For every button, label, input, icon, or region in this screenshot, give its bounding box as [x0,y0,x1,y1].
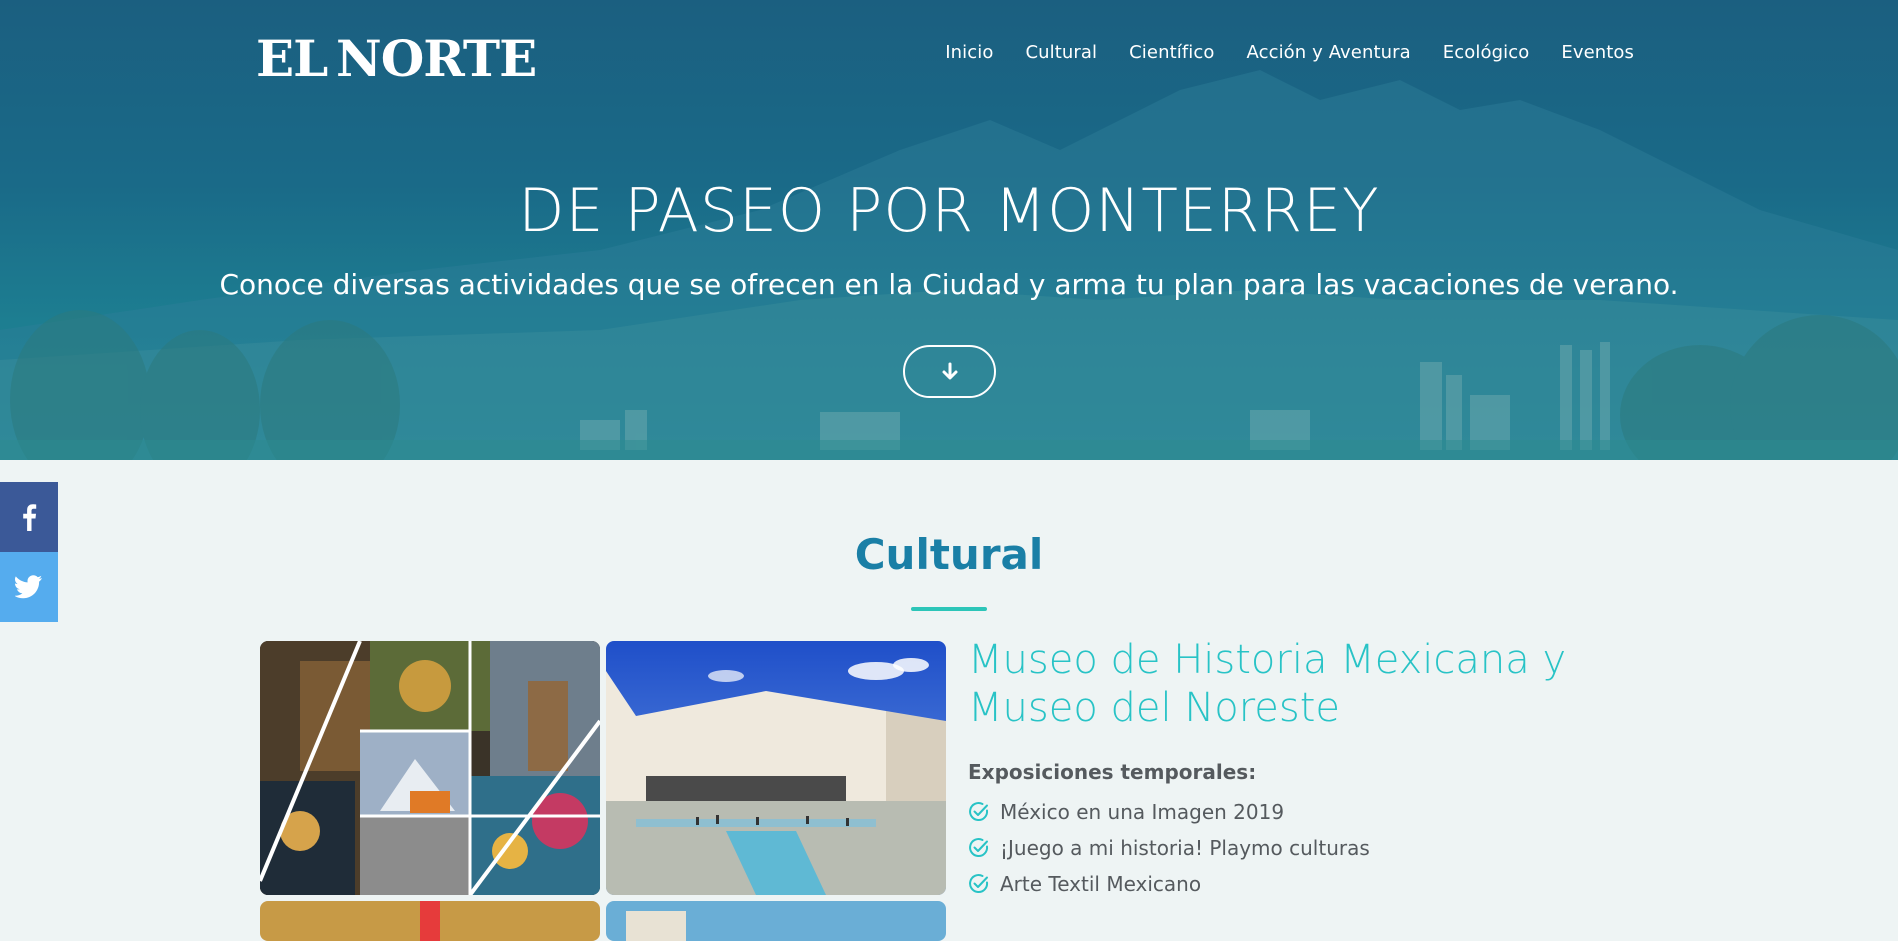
list-item: México en una Imagen 2019 [968,794,1370,830]
hero-subtitle: Conoce diversas actividades que se ofrec… [219,268,1679,301]
hero-banner: EL NORTE Inicio Cultural Científico Acci… [0,0,1898,460]
section-divider [911,607,987,611]
exhibitions-label: Exposiciones temporales: [968,760,1257,784]
museum-building-image[interactable] [606,641,946,895]
nav-item-eventos[interactable]: Eventos [1561,42,1634,63]
list-item: ¡Juego a mi historia! Playmo culturas [968,830,1370,866]
facebook-icon [23,504,37,531]
venue-title: Museo de Historia Mexicana y Museo del N… [968,637,1567,731]
exhibition-label: México en una Imagen 2019 [1000,800,1285,824]
check-circle-icon [969,838,989,858]
exhibitions-list: México en una Imagen 2019 ¡Juego a mi hi… [968,794,1370,902]
exhibition-label: Arte Textil Mexicano [1000,872,1202,896]
check-circle-icon [969,802,989,822]
nav-item-accion-aventura[interactable]: Acción y Aventura [1246,42,1410,63]
svg-text:NORTE: NORTE [336,32,536,84]
main-nav: Inicio Cultural Científico Acción y Aven… [945,42,1634,63]
nav-item-inicio[interactable]: Inicio [945,42,993,63]
scroll-down-button[interactable] [903,345,996,398]
cultural-image-3[interactable] [260,901,600,941]
collage-image[interactable] [260,641,600,895]
nav-item-cientifico[interactable]: Científico [1129,42,1214,63]
svg-text:EL: EL [256,32,328,84]
section-title: Cultural [854,530,1044,579]
exhibition-label: ¡Juego a mi historia! Playmo culturas [1000,836,1370,860]
arrow-down-icon [942,362,957,379]
cultural-image-4[interactable] [606,901,946,941]
hero-title: DE PASEO POR MONTERREY [518,176,1380,246]
check-circle-icon [969,874,989,894]
el-norte-logo[interactable]: EL NORTE [256,32,562,84]
nav-item-cultural[interactable]: Cultural [1025,42,1097,63]
nav-item-ecologico[interactable]: Ecológico [1443,42,1530,63]
list-item: Arte Textil Mexicano [968,866,1370,902]
